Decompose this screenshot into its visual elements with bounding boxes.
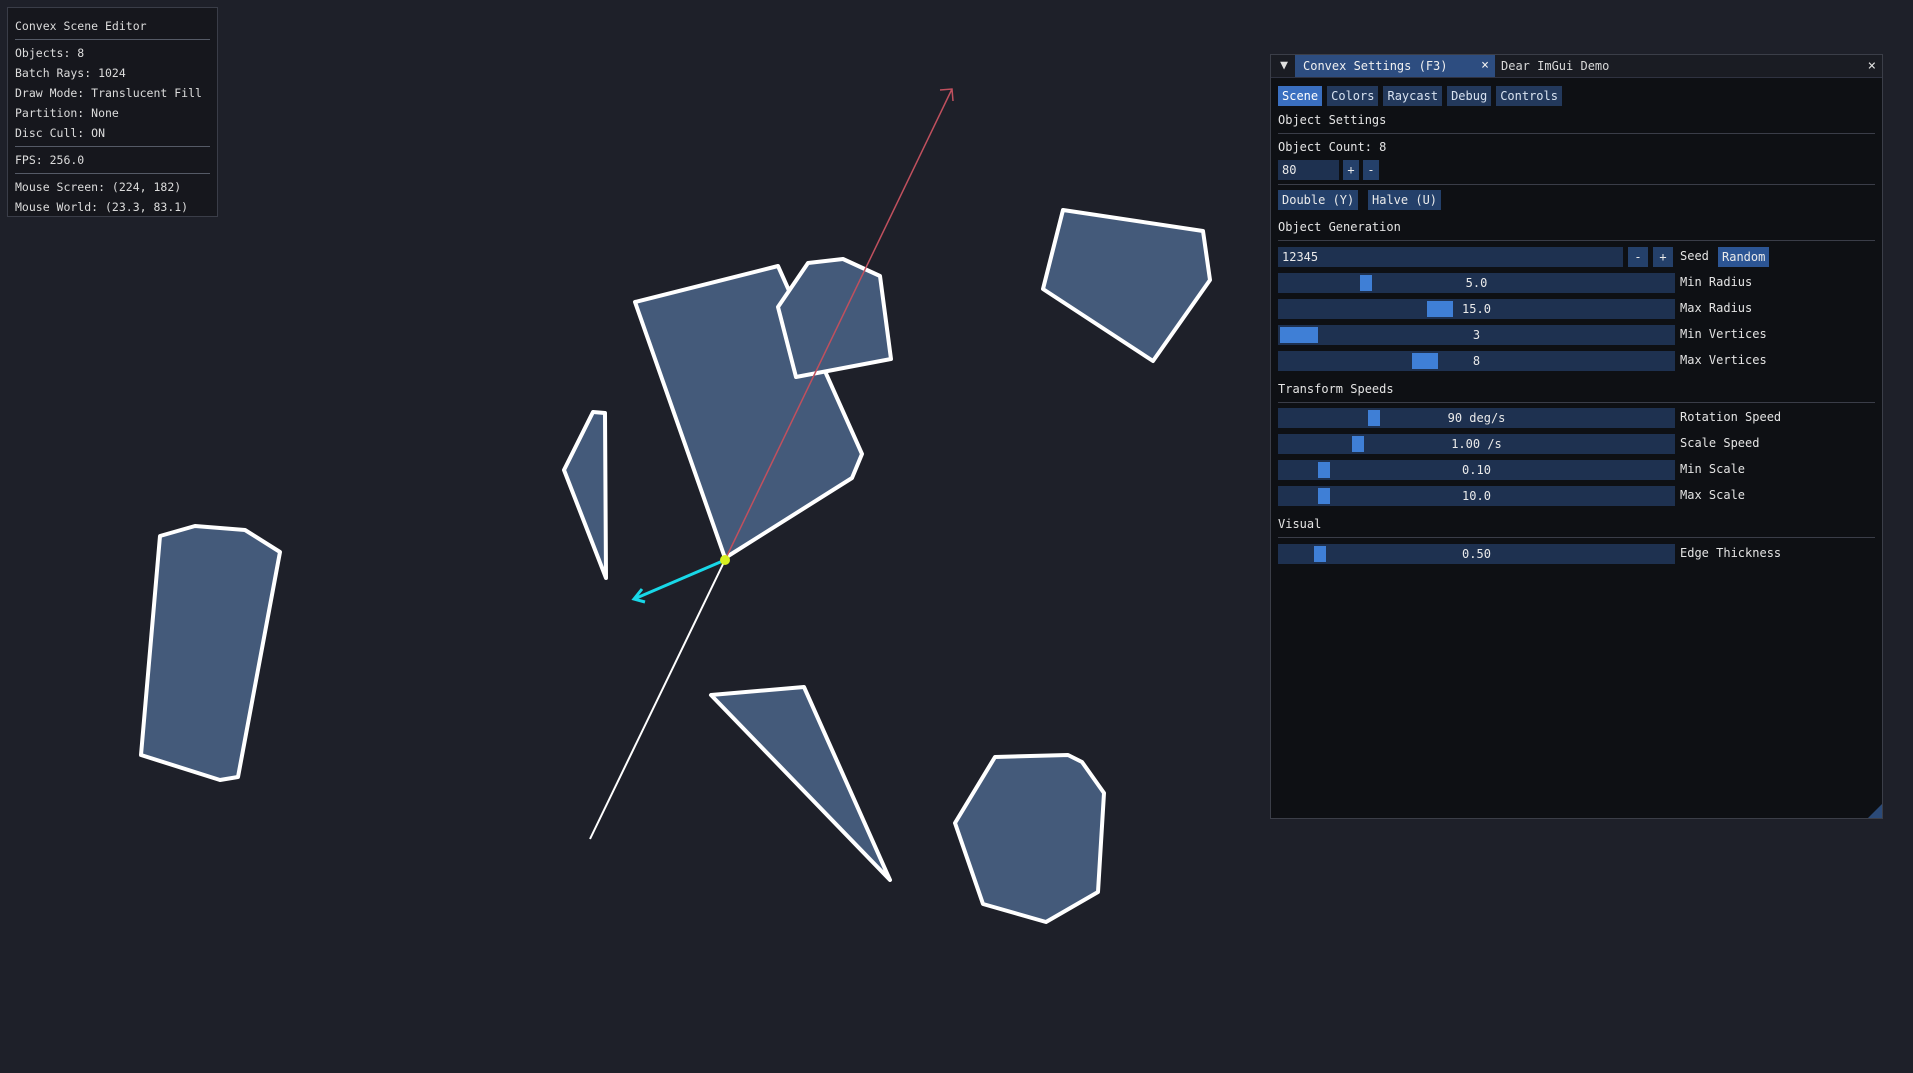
close-tab-icon[interactable]: × [1481, 55, 1489, 77]
max-vertices-label: Max Vertices [1680, 353, 1767, 367]
random-seed-button[interactable]: Random [1718, 247, 1770, 267]
info-divider [15, 146, 210, 147]
seed-label: Seed [1680, 249, 1709, 263]
min-scale-slider[interactable]: 0.10 [1278, 460, 1675, 480]
info-disc-cull: Disc Cull: ON [15, 126, 106, 140]
shape-pentagon-right[interactable] [1041, 208, 1212, 363]
info-divider [15, 173, 210, 174]
section-transform-speeds: Transform Speeds [1278, 382, 1875, 403]
max-scale-slider[interactable]: 10.0 [1278, 486, 1675, 506]
shape-triangle[interactable] [709, 685, 892, 882]
section-divider [1278, 402, 1875, 403]
info-partition: Partition: None [15, 106, 119, 120]
rotation-speed-label: Rotation Speed [1680, 410, 1782, 424]
ray-backward [589, 559, 726, 840]
double-button[interactable]: Double (Y) [1278, 190, 1359, 210]
info-mouse-world: Mouse World: (23.3, 83.1) [15, 200, 189, 214]
min-radius-slider[interactable]: 5.0 [1278, 273, 1675, 293]
halve-button[interactable]: Halve (U) [1368, 190, 1442, 210]
slider-grab[interactable] [1314, 546, 1326, 562]
settings-tab-bar: Scene Colors Raycast Debug Controls [1278, 86, 1567, 106]
info-fps: FPS: 256.0 [15, 153, 85, 167]
section-divider [1278, 133, 1875, 134]
slider-grab[interactable] [1360, 275, 1372, 291]
rotation-speed-slider[interactable]: 90 deg/s [1278, 408, 1675, 428]
object-count-input[interactable]: 80 [1278, 160, 1339, 180]
window-titlebar[interactable]: ▼ Convex Settings (F3) × Dear ImGui Demo… [1271, 55, 1882, 78]
shape-tall-left[interactable] [139, 524, 282, 782]
slider-value: 0.10 [1462, 463, 1491, 477]
shape-quad-small[interactable] [776, 257, 893, 379]
max-radius-label: Max Radius [1680, 301, 1753, 315]
section-divider [1278, 240, 1875, 241]
max-scale-label: Max Scale [1680, 488, 1746, 502]
info-mouse-screen: Mouse Screen: (224, 182) [15, 180, 182, 194]
slider-value: 10.0 [1462, 489, 1491, 503]
normal-ray [633, 558, 726, 601]
section-divider [1278, 184, 1875, 185]
tab-scene[interactable]: Scene [1278, 86, 1323, 106]
tab-raycast[interactable]: Raycast [1383, 86, 1443, 106]
seed-minus-button[interactable]: - [1628, 247, 1648, 267]
edge-thickness-label: Edge Thickness [1680, 546, 1782, 560]
slider-value: 8 [1472, 354, 1481, 368]
section-visual: Visual [1278, 517, 1875, 538]
section-header: Object Generation [1278, 220, 1401, 234]
tab-debug[interactable]: Debug [1447, 86, 1492, 106]
close-window-icon[interactable]: × [1868, 55, 1876, 77]
seed-plus-button[interactable]: + [1653, 247, 1673, 267]
section-header: Visual [1278, 517, 1322, 531]
resize-grip[interactable] [1868, 804, 1882, 818]
shape-hexagon[interactable] [953, 753, 1106, 924]
collapse-menu-icon[interactable]: ▼ [1276, 58, 1292, 74]
tab-controls[interactable]: Controls [1496, 86, 1562, 106]
min-vertices-label: Min Vertices [1680, 327, 1767, 341]
slider-value: 3 [1472, 328, 1481, 342]
max-vertices-slider[interactable]: 8 [1278, 351, 1675, 371]
scale-speed-slider[interactable]: 1.00 /s [1278, 434, 1675, 454]
convex-settings-window[interactable]: ▼ Convex Settings (F3) × Dear ImGui Demo… [1270, 54, 1883, 819]
slider-value: 0.50 [1462, 547, 1491, 561]
slider-grab[interactable] [1427, 301, 1453, 317]
edge-thickness-slider[interactable]: 0.50 [1278, 544, 1675, 564]
min-vertices-slider[interactable]: 3 [1278, 325, 1675, 345]
section-object-generation: Object Generation [1278, 220, 1875, 241]
section-object-settings: Object Settings [1278, 113, 1875, 134]
info-batch-rays: Batch Rays: 1024 [15, 66, 126, 80]
info-divider [15, 39, 210, 40]
tab-convex-settings-label: Convex Settings (F3) [1303, 59, 1448, 73]
section-divider [1278, 537, 1875, 538]
max-radius-slider[interactable]: 15.0 [1278, 299, 1675, 319]
object-count-minus-button[interactable]: - [1363, 160, 1379, 180]
slider-value: 90 deg/s [1447, 411, 1506, 425]
info-title: Convex Scene Editor [15, 19, 147, 33]
slider-value: 15.0 [1462, 302, 1491, 316]
shape-sliver[interactable] [562, 410, 608, 580]
tab-dear-imgui-demo[interactable]: Dear ImGui Demo [1501, 55, 1609, 77]
slider-grab[interactable] [1318, 488, 1330, 504]
slider-grab[interactable] [1368, 410, 1380, 426]
scale-speed-label: Scale Speed [1680, 436, 1760, 450]
slider-value: 1.00 /s [1451, 437, 1502, 451]
info-objects: Objects: 8 [15, 46, 85, 60]
section-header: Transform Speeds [1278, 382, 1394, 396]
seed-input[interactable]: 12345 [1278, 247, 1623, 267]
scene-info-overlay: Convex Scene Editor Objects: 8 Batch Ray… [7, 7, 218, 217]
slider-grab[interactable] [1352, 436, 1364, 452]
info-draw-mode: Draw Mode: Translucent Fill [15, 86, 202, 100]
slider-grab[interactable] [1318, 462, 1330, 478]
convex-shapes [139, 208, 1212, 924]
section-header: Object Settings [1278, 113, 1387, 127]
hit-point [720, 555, 730, 565]
object-count-plus-button[interactable]: + [1343, 160, 1359, 180]
slider-grab[interactable] [1280, 327, 1318, 343]
object-count-label: Object Count: 8 [1278, 140, 1387, 154]
tab-convex-settings[interactable]: Convex Settings (F3) × [1295, 55, 1495, 77]
min-radius-label: Min Radius [1680, 275, 1753, 289]
slider-value: 5.0 [1465, 276, 1488, 290]
tab-colors[interactable]: Colors [1327, 86, 1379, 106]
min-scale-label: Min Scale [1680, 462, 1746, 476]
slider-grab[interactable] [1412, 353, 1438, 369]
